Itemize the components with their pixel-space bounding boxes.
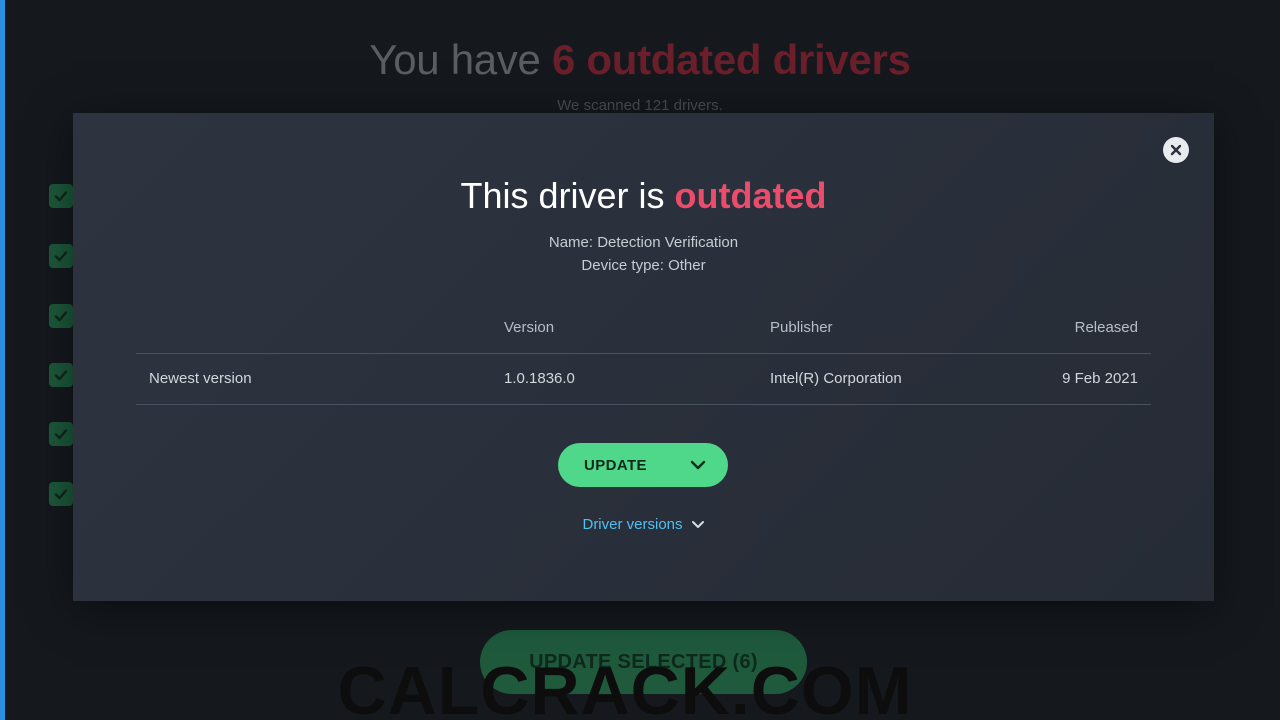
driver-versions-link[interactable]: Driver versions	[73, 516, 1214, 533]
row-publisher: Intel(R) Corporation	[770, 370, 902, 387]
driver-versions-label[interactable]: Driver versions	[582, 516, 682, 533]
background-heading-highlight: 6 outdated drivers	[551, 36, 911, 83]
update-button-label: UPDATE	[584, 456, 647, 474]
dialog-title: This driver is outdated	[73, 175, 1214, 217]
close-icon	[1170, 144, 1182, 156]
checkmark-icon	[54, 489, 68, 500]
watermark-text: CALCRACK.COM	[337, 653, 913, 720]
checkmark-icon	[54, 311, 68, 322]
update-button[interactable]: UPDATE	[558, 443, 728, 487]
row-version: 1.0.1836.0	[504, 370, 575, 387]
chevron-down-icon[interactable]	[691, 520, 705, 529]
background-heading: You have 6 outdated drivers	[0, 36, 1280, 84]
driver-checkbox[interactable]	[49, 422, 73, 446]
driver-checkbox[interactable]	[49, 244, 73, 268]
chevron-down-icon[interactable]	[690, 460, 706, 470]
background-subheading: We scanned 121 drivers.	[557, 97, 723, 114]
table-divider	[136, 404, 1151, 405]
checkmark-icon	[54, 370, 68, 381]
driver-name: Name: Detection Verification	[548, 234, 739, 251]
checkmark-icon	[54, 429, 68, 440]
checkmark-icon	[54, 191, 68, 202]
column-header-publisher: Publisher	[770, 319, 833, 336]
driver-checkbox[interactable]	[49, 304, 73, 328]
row-released: 9 Feb 2021	[1062, 370, 1138, 387]
driver-checkbox[interactable]	[49, 363, 73, 387]
dialog-title-highlight: outdated	[674, 175, 827, 216]
table-divider	[136, 353, 1151, 354]
dialog-title-text: This driver is	[460, 175, 675, 216]
column-header-released: Released	[1074, 319, 1138, 336]
row-label: Newest version	[149, 370, 252, 387]
checkmark-icon	[54, 251, 68, 262]
driver-checkbox[interactable]	[49, 184, 73, 208]
close-button[interactable]	[1163, 137, 1189, 163]
device-type: Device type: Other	[581, 257, 706, 274]
background-heading-text: You have	[369, 36, 552, 83]
column-header-version: Version	[504, 319, 555, 336]
driver-details-dialog: This driver is outdated Name: Detection …	[73, 113, 1214, 601]
driver-checkbox[interactable]	[49, 482, 73, 506]
